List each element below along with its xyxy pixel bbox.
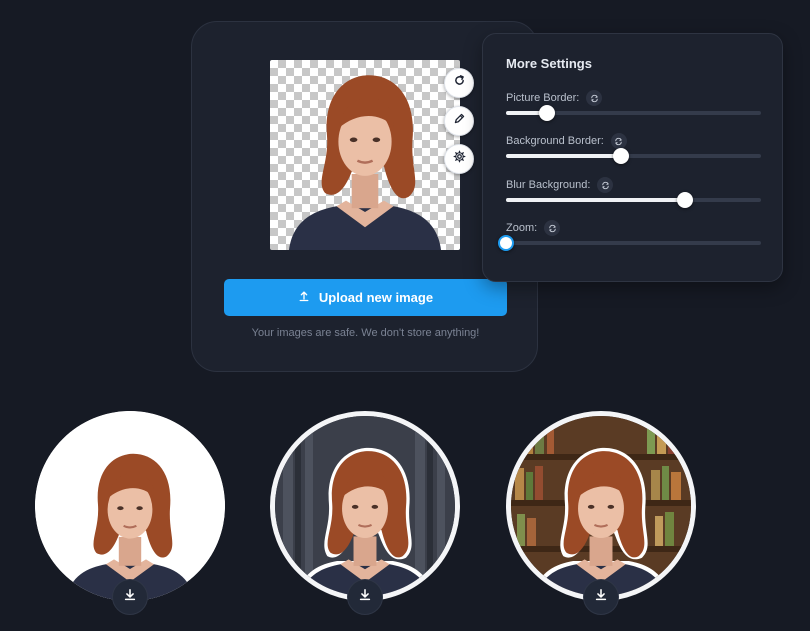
reset-icon[interactable] [597, 177, 614, 193]
reset-icon[interactable] [610, 133, 627, 149]
zoom-setting: Zoom: [498, 220, 761, 260]
slider-thumb[interactable] [538, 105, 555, 121]
avatar-result-bookshelf [506, 411, 696, 615]
refresh-icon [453, 74, 466, 92]
download-icon [594, 588, 608, 607]
picture-border-label: Picture Border: [506, 92, 580, 104]
settings-button[interactable] [444, 144, 474, 174]
download-button[interactable] [347, 579, 383, 615]
blur-background-label: Blur Background: [506, 179, 591, 191]
background-border-label: Background Border: [506, 135, 604, 147]
slider-thumb[interactable] [498, 235, 514, 251]
transparent-preview-image [270, 60, 460, 250]
reset-icon[interactable] [586, 90, 603, 106]
avatar-result-dark [270, 411, 460, 615]
blur-background-setting: Blur Background: [506, 177, 761, 217]
download-button[interactable] [583, 579, 619, 615]
download-icon [358, 588, 372, 607]
picture-border-slider[interactable] [506, 105, 761, 121]
blur-background-slider[interactable] [506, 192, 761, 208]
privacy-note: Your images are safe. We don't store any… [251, 327, 480, 339]
upload-icon [298, 290, 310, 305]
upload-new-image-button[interactable]: Upload new image [224, 279, 507, 316]
download-button[interactable] [112, 579, 148, 615]
picture-border-setting: Picture Border: [506, 90, 761, 130]
settings-title: More Settings [506, 56, 592, 71]
slider-thumb[interactable] [676, 192, 693, 208]
reset-icon[interactable] [544, 220, 561, 236]
pencil-icon [453, 112, 466, 130]
slider-thumb[interactable] [612, 148, 629, 164]
edit-button[interactable] [444, 106, 474, 136]
refresh-button[interactable] [444, 68, 474, 98]
download-icon [123, 588, 137, 607]
avatar-bookshelf [506, 411, 696, 601]
zoom-slider[interactable] [498, 235, 761, 251]
zoom-label: Zoom: [506, 222, 538, 234]
gear-icon [453, 150, 466, 168]
background-border-slider[interactable] [506, 148, 761, 164]
more-settings-panel: More Settings Picture Border: Background… [482, 33, 783, 282]
avatar-dark-curtain [270, 411, 460, 601]
avatar-plain [35, 411, 225, 601]
avatar-result-plain [35, 411, 225, 615]
upload-button-label: Upload new image [318, 290, 434, 305]
background-border-setting: Background Border: [506, 133, 761, 173]
